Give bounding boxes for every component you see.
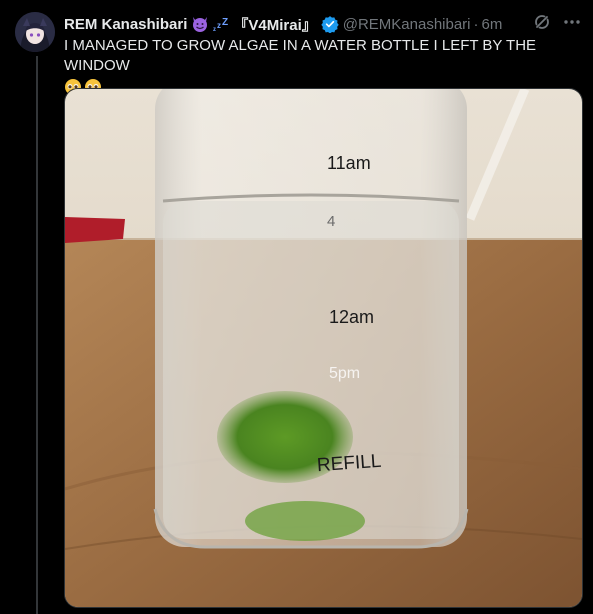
verified-badge-icon	[321, 15, 339, 33]
svg-text:z: z	[217, 21, 221, 30]
marking-5pm: 5pm	[329, 365, 361, 382]
grok-icon[interactable]	[533, 13, 551, 35]
tweet-timestamp[interactable]: 6m	[482, 16, 503, 33]
svg-text:z: z	[213, 27, 216, 32]
more-options-icon[interactable]	[563, 13, 581, 35]
marking-refill: REFILL	[316, 450, 383, 477]
separator-dot: ·	[473, 15, 479, 33]
author-display-name[interactable]: REM Kanashibari	[64, 16, 187, 33]
author-handle[interactable]: @REMKanashibari	[343, 16, 471, 33]
marking-11am: 11am	[327, 153, 371, 173]
tweet-media-photo[interactable]: 11am 4 12am 5pm REFILL	[64, 88, 583, 608]
avatar[interactable]	[15, 12, 55, 52]
marking-12am: 12am	[329, 307, 375, 327]
tweet-header: REM Kanashibari z z Z 『V4Mirai』 @REMKana…	[64, 13, 581, 35]
thread-line	[36, 56, 38, 614]
marking-4: 4	[327, 213, 336, 230]
zzz-icon: z z Z	[213, 16, 229, 32]
tweet-text: I MANAGED TO GROW ALGAE IN A WATER BOTTL…	[64, 37, 537, 74]
smiling-devil-icon	[191, 15, 209, 33]
author-tag: 『V4Mirai』	[233, 16, 317, 34]
svg-text:Z: Z	[222, 17, 228, 28]
